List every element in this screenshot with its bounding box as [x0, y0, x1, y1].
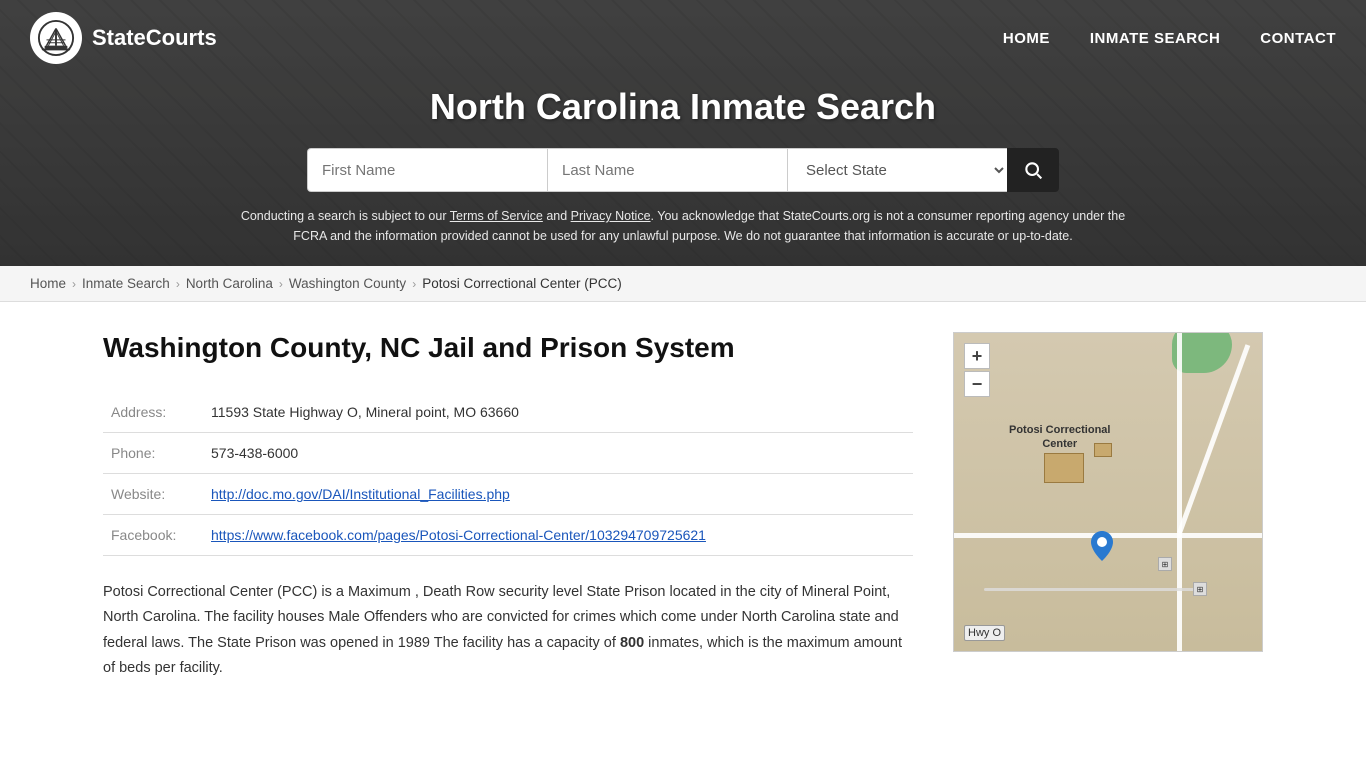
- nav-bar: StateCourts HOME INMATE SEARCH CONTACT: [0, 0, 1366, 76]
- facebook-link[interactable]: https://www.facebook.com/pages/Potosi-Co…: [211, 527, 706, 543]
- phone-value: 573-438-6000: [203, 433, 913, 474]
- main-container: Washington County, NC Jail and Prison Sy…: [53, 302, 1313, 712]
- terms-link[interactable]: Terms of Service: [450, 209, 543, 223]
- breadcrumb-north-carolina[interactable]: North Carolina: [186, 276, 273, 291]
- hero-title: North Carolina Inmate Search: [20, 86, 1346, 128]
- map-building-main: [1044, 453, 1084, 483]
- logo-text: StateCourts: [92, 25, 217, 51]
- phone-row: Phone: 573-438-6000: [103, 433, 913, 474]
- map-road-right-v: [1177, 333, 1182, 651]
- content-wrapper: Washington County, NC Jail and Prison Sy…: [103, 332, 1263, 682]
- map-road-loop: [984, 588, 1202, 591]
- map-small-square-1: ⊞: [1158, 557, 1172, 571]
- breadcrumb-home[interactable]: Home: [30, 276, 66, 291]
- phone-label: Phone:: [103, 433, 203, 474]
- map-pin: [1091, 531, 1113, 561]
- facebook-row: Facebook: https://www.facebook.com/pages…: [103, 515, 913, 556]
- nav-home[interactable]: HOME: [1003, 30, 1050, 47]
- logo-link[interactable]: StateCourts: [30, 12, 217, 64]
- breadcrumb-sep-4: ›: [412, 277, 416, 291]
- map-zoom-out[interactable]: −: [964, 371, 990, 397]
- address-value: 11593 State Highway O, Mineral point, MO…: [203, 392, 913, 433]
- facebook-value: https://www.facebook.com/pages/Potosi-Co…: [203, 515, 913, 556]
- map-small-square-2: ⊞: [1193, 582, 1207, 596]
- facebook-label: Facebook:: [103, 515, 203, 556]
- header: StateCourts HOME INMATE SEARCH CONTACT N…: [0, 0, 1366, 266]
- logo-svg: [37, 19, 75, 57]
- map-section: Potosi CorrectionalCenter ⊞ ⊞ Hwy O + −: [953, 332, 1263, 682]
- hero-section: North Carolina Inmate Search Select Stat…: [0, 76, 1366, 266]
- logo-icon: [30, 12, 82, 64]
- state-select[interactable]: Select StateAlabamaAlaskaArizonaArkansas…: [787, 148, 1007, 192]
- breadcrumb-current: Potosi Correctional Center (PCC): [422, 276, 622, 291]
- website-value: http://doc.mo.gov/DAI/Institutional_Faci…: [203, 474, 913, 515]
- breadcrumb-sep-2: ›: [176, 277, 180, 291]
- map-controls[interactable]: + −: [964, 343, 990, 397]
- website-link[interactable]: http://doc.mo.gov/DAI/Institutional_Faci…: [211, 486, 510, 502]
- website-row: Website: http://doc.mo.gov/DAI/Instituti…: [103, 474, 913, 515]
- header-content: StateCourts HOME INMATE SEARCH CONTACT N…: [0, 0, 1366, 266]
- map-hwy-label: Hwy O: [964, 625, 1005, 641]
- privacy-link[interactable]: Privacy Notice: [571, 209, 651, 223]
- map-background: [954, 333, 1262, 651]
- search-button[interactable]: [1007, 148, 1059, 192]
- breadcrumb-washington-county[interactable]: Washington County: [289, 276, 406, 291]
- facility-description: Potosi Correctional Center (PCC) is a Ma…: [103, 580, 913, 682]
- breadcrumb: Home › Inmate Search › North Carolina › …: [0, 266, 1366, 302]
- search-icon: [1023, 160, 1043, 180]
- map-facility-label: Potosi CorrectionalCenter: [1009, 423, 1110, 452]
- address-row: Address: 11593 State Highway O, Mineral …: [103, 392, 913, 433]
- facility-title: Washington County, NC Jail and Prison Sy…: [103, 332, 913, 364]
- breadcrumb-inmate-search[interactable]: Inmate Search: [82, 276, 170, 291]
- nav-links: HOME INMATE SEARCH CONTACT: [1003, 30, 1336, 47]
- map-zoom-in[interactable]: +: [964, 343, 990, 369]
- first-name-input[interactable]: [307, 148, 547, 192]
- disclaimer-text: Conducting a search is subject to our Te…: [233, 206, 1133, 246]
- search-bar: Select StateAlabamaAlaskaArizonaArkansas…: [20, 148, 1346, 192]
- capacity-bold: 800: [620, 635, 644, 651]
- website-label: Website:: [103, 474, 203, 515]
- nav-contact[interactable]: CONTACT: [1260, 30, 1336, 47]
- breadcrumb-sep-3: ›: [279, 277, 283, 291]
- info-section: Washington County, NC Jail and Prison Sy…: [103, 332, 913, 682]
- address-label: Address:: [103, 392, 203, 433]
- breadcrumb-sep-1: ›: [72, 277, 76, 291]
- info-table: Address: 11593 State Highway O, Mineral …: [103, 392, 913, 556]
- nav-inmate-search[interactable]: INMATE SEARCH: [1090, 30, 1220, 47]
- last-name-input[interactable]: [547, 148, 787, 192]
- map-container: Potosi CorrectionalCenter ⊞ ⊞ Hwy O + −: [953, 332, 1263, 652]
